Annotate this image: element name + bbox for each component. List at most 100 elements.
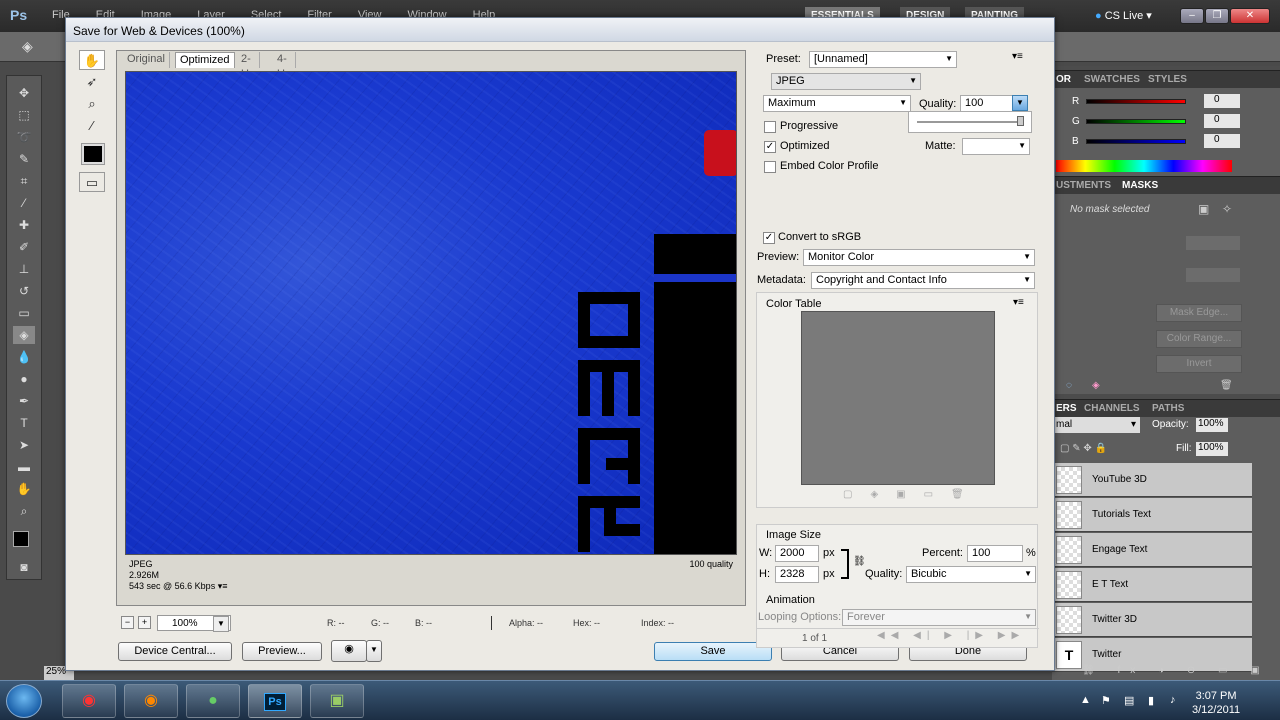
blend-mode-select[interactable]: mal ▾ (1052, 417, 1140, 433)
chevron-down-icon[interactable]: ▼ (213, 616, 229, 632)
load-selection-icon[interactable]: ◌ (1066, 380, 1072, 391)
layer-row[interactable]: Engage Text (1052, 533, 1252, 567)
green-slider-track[interactable] (1086, 119, 1186, 124)
mask-edge-button[interactable]: Mask Edge... (1156, 304, 1242, 322)
resample-select[interactable]: Bicubic (906, 566, 1036, 583)
pixel-mask-icon[interactable]: ▣ (1198, 202, 1209, 216)
device-central-button[interactable]: Device Central... (118, 642, 232, 661)
minimize-icon[interactable]: – (1180, 8, 1204, 24)
layer-row[interactable]: Twitter 3D (1052, 603, 1252, 637)
blue-slider-track[interactable] (1086, 139, 1186, 144)
preset-select[interactable]: [Unnamed] (809, 51, 957, 68)
tab-channels[interactable]: CHANNELS (1084, 403, 1140, 414)
stamp-tool-icon[interactable]: ⊥ (13, 260, 35, 278)
tray-arrow-icon[interactable]: ▲ (1080, 694, 1091, 706)
hand-tool-icon[interactable]: ✋ (13, 480, 35, 498)
tray-flag-icon[interactable]: ⚑ (1101, 694, 1111, 707)
pen-tool-icon[interactable]: ✒ (13, 392, 35, 410)
tab-adjustments[interactable]: USTMENTS (1056, 180, 1111, 191)
close-icon[interactable]: ✕ (1230, 8, 1270, 24)
frame-navigation-icons[interactable]: ◀◀ ◀| ▶ |▶ ▶▶ (877, 630, 1025, 641)
apply-mask-icon[interactable]: ◈ (1092, 380, 1100, 391)
optimized-checkbox[interactable]: ✓ (764, 141, 776, 153)
start-button[interactable] (6, 684, 42, 718)
volume-icon[interactable]: ♪ (1170, 694, 1176, 706)
browser-preview-icon[interactable]: ◉ (331, 640, 367, 662)
tab-masks[interactable]: MASKS (1122, 180, 1158, 191)
zoom-tool-icon[interactable]: ⌕ (79, 94, 105, 114)
chrome-icon[interactable]: ◉ (62, 684, 116, 718)
quality-slider-popup[interactable] (908, 111, 1032, 133)
dodge-tool-icon[interactable]: ● (13, 370, 35, 388)
convert-srgb-checkbox[interactable]: ✓ (763, 232, 775, 244)
color-table-menu-icon[interactable]: ▾≡ (1013, 297, 1024, 308)
matte-select[interactable] (962, 138, 1030, 155)
chain-link-icon[interactable]: ⛓ (853, 556, 866, 567)
tab-styles[interactable]: STYLES (1148, 74, 1187, 85)
quality-slider-thumb[interactable] (1017, 116, 1024, 126)
height-input[interactable]: 2328 (775, 566, 819, 583)
looping-select[interactable]: Forever (842, 609, 1036, 626)
history-brush-icon[interactable]: ↺ (13, 282, 35, 300)
save-button[interactable]: Save (654, 642, 772, 661)
zoom-out-icon[interactable]: − (121, 616, 134, 629)
eyedropper-color-swatch[interactable] (81, 143, 105, 165)
tab-4-up[interactable]: 4-Up (273, 52, 297, 80)
layer-row[interactable]: Tutorials Text (1052, 498, 1252, 532)
blur-tool-icon[interactable]: 💧 (13, 348, 35, 366)
optimized-preview-image[interactable] (125, 71, 737, 555)
foreground-color-swatch[interactable] (13, 531, 29, 547)
tab-swatches[interactable]: SWATCHES (1084, 74, 1140, 85)
paint-bucket-icon[interactable]: ◈ (22, 38, 33, 55)
layer-row[interactable]: YouTube 3D (1052, 463, 1252, 497)
shape-tool-icon[interactable]: ▬ (13, 458, 35, 476)
delete-mask-icon[interactable]: 🗑 (1220, 380, 1233, 391)
hand-tool-icon[interactable]: ✋ (79, 50, 105, 70)
quality-input[interactable]: 100 (960, 95, 1016, 112)
format-select[interactable]: JPEG (771, 73, 921, 90)
color-spectrum[interactable] (1056, 160, 1232, 172)
cs-live-menu[interactable]: ● CS Live ▾ (1095, 9, 1152, 22)
tab-color[interactable]: OR (1056, 74, 1071, 85)
healing-tool-icon[interactable]: ✚ (13, 216, 35, 234)
eraser-tool-icon[interactable]: ▭ (13, 304, 35, 322)
speed-menu-icon[interactable]: ▾≡ (218, 581, 228, 591)
brush-tool-icon[interactable]: ✐ (13, 238, 35, 256)
lasso-tool-icon[interactable]: ➰ (13, 128, 35, 146)
quick-select-icon[interactable]: ✎ (13, 150, 35, 168)
compression-select[interactable]: Maximum (763, 95, 911, 112)
toggle-slices-icon[interactable]: ▭ (79, 172, 105, 192)
paint-bucket-tool-icon[interactable]: ◈ (13, 326, 35, 344)
zoom-tool-icon[interactable]: ⌕ (13, 502, 35, 520)
marquee-tool-icon[interactable]: ⬚ (13, 106, 35, 124)
move-tool-icon[interactable]: ✥ (13, 84, 35, 102)
opacity-value[interactable]: 100% (1196, 418, 1228, 432)
lock-icons[interactable]: ▢ ✎ ✥ 🔒 (1060, 443, 1107, 454)
red-slider[interactable]: R0 (1072, 94, 1240, 108)
restore-icon[interactable]: ❐ (1205, 8, 1229, 24)
optimize-menu-icon[interactable]: ▾≡ (1012, 51, 1023, 62)
red-slider-track[interactable] (1086, 99, 1186, 104)
crop-tool-icon[interactable]: ⌗ (13, 172, 35, 190)
density-field[interactable] (1186, 236, 1240, 250)
tab-optimized[interactable]: Optimized (175, 52, 235, 68)
red-value[interactable]: 0 (1204, 94, 1240, 108)
progressive-checkbox[interactable] (764, 121, 776, 133)
firefox-icon[interactable]: ◉ (124, 684, 178, 718)
preview-select[interactable]: Monitor Color (803, 249, 1035, 266)
color-table-actions-icons[interactable]: ▢◈▣▭🗑 (843, 489, 982, 500)
quality-slider-track[interactable] (917, 121, 1021, 123)
blue-slider[interactable]: B0 (1072, 134, 1240, 148)
tab-paths[interactable]: PATHS (1152, 403, 1184, 414)
invert-button[interactable]: Invert (1156, 355, 1242, 373)
eyedropper-tool-icon[interactable]: ⁄ (13, 194, 35, 212)
messenger-icon[interactable]: ● (186, 684, 240, 718)
metadata-select[interactable]: Copyright and Contact Info (811, 272, 1035, 289)
path-select-icon[interactable]: ➤ (13, 436, 35, 454)
layer-actions-icons[interactable]: ⛓ fx ◑ ⊙ ▭ ▣ 🗑 (1082, 665, 1280, 676)
preview-button[interactable]: Preview... (242, 642, 322, 661)
network-icon[interactable]: ▮ (1148, 694, 1154, 707)
green-slider[interactable]: G0 (1072, 114, 1240, 128)
tab-layers[interactable]: ERS (1056, 403, 1077, 414)
slice-select-icon[interactable]: ➶ (79, 72, 105, 92)
